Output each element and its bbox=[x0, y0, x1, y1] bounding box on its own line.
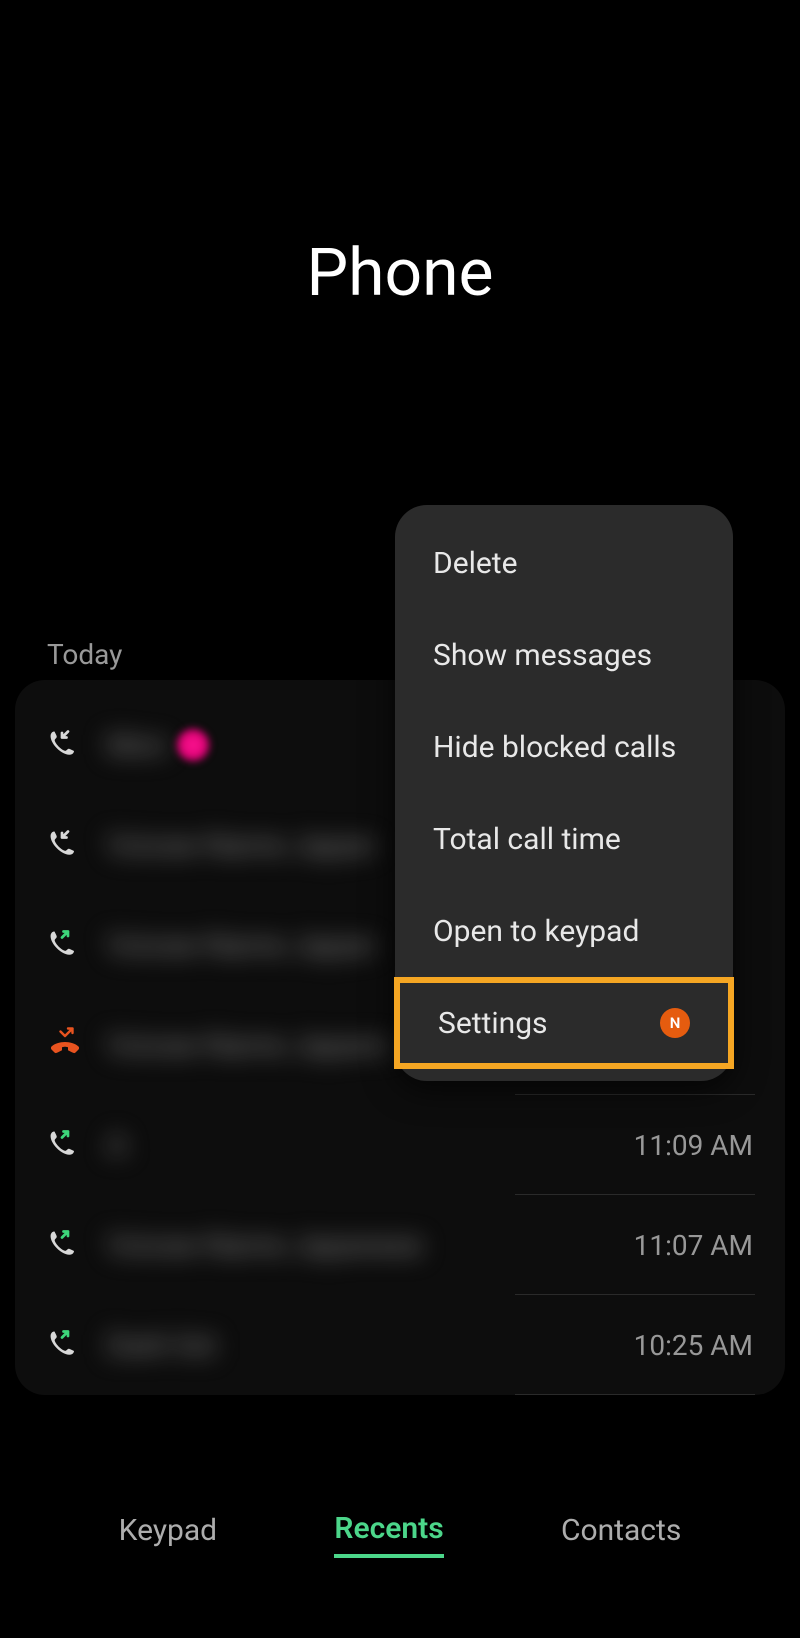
new-badge: N bbox=[660, 1008, 690, 1038]
call-row[interactable]: Voicee Name Japanese 11:07 AM bbox=[15, 1195, 785, 1295]
outgoing-call-icon bbox=[47, 1327, 83, 1363]
menu-item-label: Delete bbox=[433, 546, 518, 581]
menu-item-total-call-time[interactable]: Total call time bbox=[395, 793, 733, 885]
nav-keypad[interactable]: Keypad bbox=[119, 1513, 217, 1556]
menu-item-label: Open to keypad bbox=[433, 914, 639, 949]
overflow-menu: Delete Show messages Hide blocked calls … bbox=[395, 505, 733, 1081]
outgoing-call-icon bbox=[47, 1227, 83, 1263]
call-row[interactable]: A 11:09 AM bbox=[15, 1095, 785, 1195]
page-title: Phone bbox=[0, 235, 800, 312]
call-name-blurred: Voicee Name Japanese bbox=[107, 1225, 634, 1265]
menu-item-label: Show messages bbox=[433, 638, 652, 673]
call-time: 10:25 AM bbox=[634, 1329, 753, 1362]
menu-item-label: Settings bbox=[438, 1006, 548, 1041]
call-row[interactable]: Dark list 10:25 AM bbox=[15, 1295, 785, 1395]
call-name-blurred: Dark list bbox=[107, 1325, 634, 1365]
menu-item-label: Hide blocked calls bbox=[433, 730, 676, 765]
menu-item-open-to-keypad[interactable]: Open to keypad bbox=[395, 885, 733, 977]
nav-contacts[interactable]: Contacts bbox=[561, 1513, 681, 1556]
menu-item-delete[interactable]: Delete bbox=[395, 517, 733, 609]
menu-item-show-messages[interactable]: Show messages bbox=[395, 609, 733, 701]
nav-recents[interactable]: Recents bbox=[334, 1511, 443, 1558]
outgoing-call-icon bbox=[47, 927, 83, 963]
menu-item-hide-blocked-calls[interactable]: Hide blocked calls bbox=[395, 701, 733, 793]
incoming-call-icon bbox=[47, 827, 83, 863]
section-today-label: Today bbox=[47, 638, 122, 671]
bottom-navigation: Keypad Recents Contacts bbox=[0, 1511, 800, 1558]
call-time: 11:07 AM bbox=[634, 1229, 753, 1262]
outgoing-call-icon bbox=[47, 1127, 83, 1163]
incoming-call-icon bbox=[47, 727, 83, 763]
menu-item-label: Total call time bbox=[433, 822, 621, 857]
menu-item-settings[interactable]: Settings N bbox=[394, 977, 734, 1069]
call-name-blurred: A bbox=[107, 1125, 634, 1165]
call-time: 11:09 AM bbox=[634, 1129, 753, 1162]
missed-call-icon bbox=[47, 1027, 83, 1063]
